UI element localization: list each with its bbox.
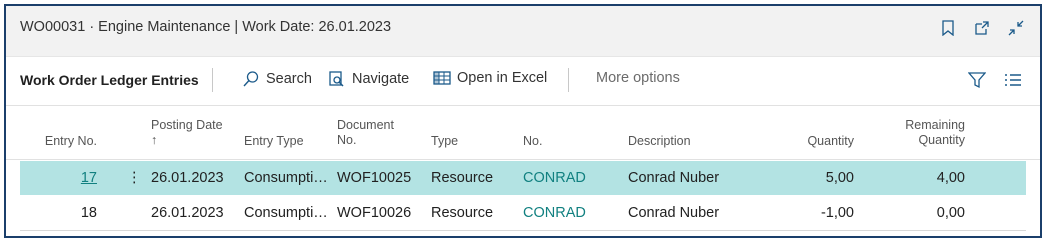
document-no-cell: WOF10026 bbox=[337, 205, 412, 221]
search-icon bbox=[243, 71, 259, 87]
list-title: Work Order Ledger Entries bbox=[20, 72, 199, 88]
open-in-excel-label: Open in Excel bbox=[457, 70, 548, 86]
entry-no-cell[interactable]: 18 bbox=[36, 205, 97, 221]
list-view-icon[interactable] bbox=[1004, 71, 1022, 89]
open-in-new-window-icon[interactable] bbox=[972, 18, 992, 38]
description-cell: Conrad Nuber bbox=[628, 205, 720, 221]
title-bar: WO00031 · Engine Maintenance | Work Date… bbox=[6, 6, 1040, 56]
column-document-no[interactable]: Document No. bbox=[337, 118, 394, 148]
title-actions bbox=[938, 18, 1026, 38]
table-header: Entry No. Posting Date ↑ Entry Type Docu… bbox=[6, 115, 1040, 160]
column-document-no-line2: No. bbox=[337, 133, 357, 147]
posting-date-cell: 26.01.2023 bbox=[151, 170, 224, 186]
search-label: Search bbox=[266, 71, 312, 87]
action-bar: Work Order Ledger Entries Search Navigat… bbox=[6, 57, 1040, 106]
more-options-button[interactable]: More options bbox=[596, 70, 680, 86]
table-row[interactable]: 17 ⋮ 26.01.2023 Consumpti… WOF10025 Reso… bbox=[20, 161, 1026, 195]
quantity-cell: -1,00 bbox=[820, 205, 854, 221]
search-button[interactable]: Search bbox=[242, 70, 312, 88]
column-posting-date[interactable]: Posting Date ↑ bbox=[151, 118, 223, 148]
filter-icon[interactable] bbox=[968, 71, 986, 89]
column-remaining-quantity[interactable]: Remaining Quantity bbox=[876, 118, 965, 148]
page-window: WO00031 · Engine Maintenance | Work Date… bbox=[4, 4, 1042, 238]
column-entry-type[interactable]: Entry Type bbox=[244, 134, 304, 149]
row-menu-icon[interactable]: ⋮ bbox=[127, 170, 142, 186]
table-row[interactable]: 18 26.01.2023 Consumpti… WOF10026 Resour… bbox=[20, 196, 1026, 231]
column-posting-date-label: Posting Date bbox=[151, 118, 223, 132]
page-title: WO00031 · Engine Maintenance | Work Date… bbox=[20, 19, 392, 35]
entry-type-cell: Consumpti… bbox=[244, 170, 328, 186]
view-actions bbox=[968, 71, 1022, 89]
navigate-label: Navigate bbox=[352, 71, 410, 87]
open-in-excel-button[interactable]: Open in Excel bbox=[433, 70, 547, 86]
column-entry-no[interactable]: Entry No. bbox=[36, 134, 97, 149]
navigate-icon bbox=[329, 71, 344, 87]
column-no[interactable]: No. bbox=[523, 134, 542, 149]
divider bbox=[568, 68, 569, 92]
remaining-quantity-cell: 0,00 bbox=[936, 205, 965, 221]
navigate-button[interactable]: Navigate bbox=[328, 70, 409, 88]
excel-icon bbox=[433, 71, 451, 85]
posting-date-cell: 26.01.2023 bbox=[151, 205, 224, 221]
remaining-quantity-cell: 4,00 bbox=[936, 170, 965, 186]
collapse-icon[interactable] bbox=[1006, 18, 1026, 38]
entry-no-cell[interactable]: 17 bbox=[36, 170, 97, 186]
column-remaining-line1: Remaining bbox=[905, 118, 965, 132]
list-panel: Work Order Ledger Entries Search Navigat… bbox=[6, 56, 1040, 236]
no-cell[interactable]: CONRAD bbox=[523, 205, 586, 221]
type-cell: Resource bbox=[431, 170, 494, 186]
type-cell: Resource bbox=[431, 205, 494, 221]
column-document-no-line1: Document bbox=[337, 118, 394, 132]
document-no-cell: WOF10025 bbox=[337, 170, 412, 186]
column-type[interactable]: Type bbox=[431, 134, 458, 149]
bookmark-icon[interactable] bbox=[938, 18, 958, 38]
column-description[interactable]: Description bbox=[628, 134, 691, 149]
divider bbox=[212, 68, 213, 92]
description-cell: Conrad Nuber bbox=[628, 170, 720, 186]
column-quantity[interactable]: Quantity bbox=[776, 134, 854, 149]
sort-ascending-icon: ↑ bbox=[151, 133, 158, 147]
quantity-cell: 5,00 bbox=[825, 170, 854, 186]
no-cell[interactable]: CONRAD bbox=[523, 170, 586, 186]
column-remaining-line2: Quantity bbox=[918, 133, 965, 147]
entry-type-cell: Consumpti… bbox=[244, 205, 328, 221]
